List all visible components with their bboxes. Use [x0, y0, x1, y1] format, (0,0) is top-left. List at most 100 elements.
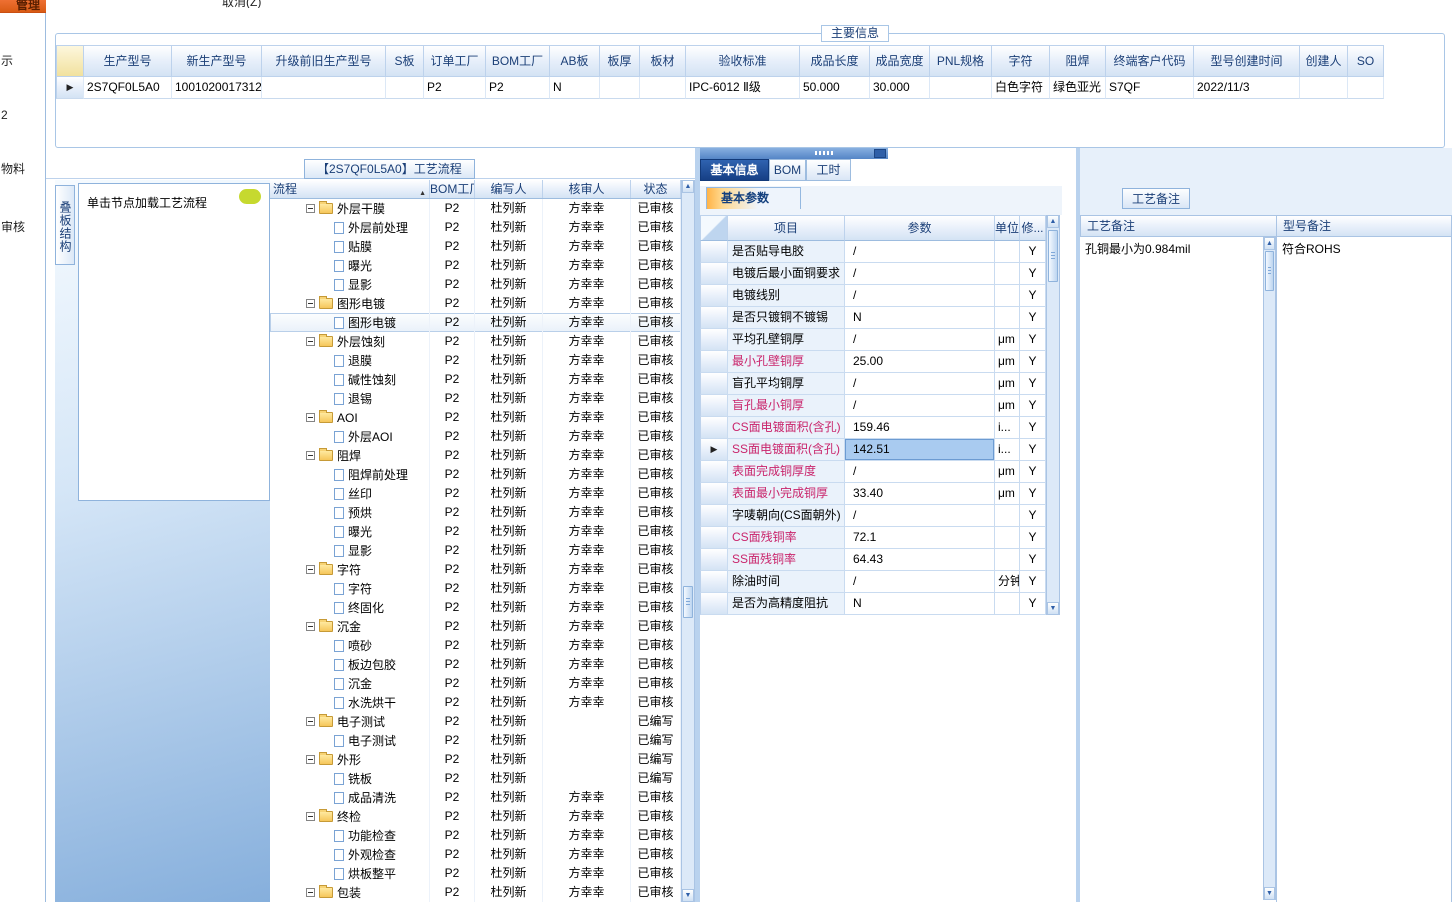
- param-row[interactable]: 是否为高精度阻抗 N Y: [700, 593, 1046, 615]
- param-row[interactable]: 表面最小完成铜厚 33.40 μm Y: [700, 483, 1046, 505]
- toolbar-clipped-button[interactable]: 取消(Z): [222, 0, 292, 8]
- tree-row[interactable]: 曝光 P2 杜列新 方幸幸 已审核: [270, 522, 681, 541]
- tree-row[interactable]: AOI P2 杜列新 方幸幸 已审核: [270, 408, 681, 427]
- param-value-cell[interactable]: /: [845, 505, 995, 527]
- param-value-cell[interactable]: 64.43: [845, 549, 995, 571]
- param-row[interactable]: 除油时间 / 分钟 Y: [700, 571, 1046, 593]
- tree-row[interactable]: 烘板整平 P2 杜列新 方幸幸 已审核: [270, 864, 681, 883]
- column-header[interactable]: 阻焊: [1050, 45, 1106, 77]
- process-notes-textarea[interactable]: 孔铜最小为0.984mil ▲ ▼: [1080, 237, 1277, 902]
- param-row[interactable]: 盲孔平均铜厚 / μm Y: [700, 373, 1046, 395]
- column-header[interactable]: 型号创建时间: [1194, 45, 1300, 77]
- tree-row[interactable]: 终检 P2 杜列新 方幸幸 已审核: [270, 807, 681, 826]
- expand-collapse-icon[interactable]: [306, 565, 315, 574]
- param-row[interactable]: 是否只镀铜不镀锡 N Y: [700, 307, 1046, 329]
- column-header[interactable]: 验收标准: [686, 45, 800, 77]
- tree-row[interactable]: 碱性蚀刻 P2 杜列新 方幸幸 已审核: [270, 370, 681, 389]
- tree-column-header[interactable]: 核审人: [543, 180, 631, 198]
- param-row[interactable]: ▶ SS面电镀面积(含孔) 142.51 i... Y: [700, 439, 1046, 461]
- expand-collapse-icon[interactable]: [306, 204, 315, 213]
- vertical-scrollbar[interactable]: ▲ ▼: [1046, 215, 1060, 615]
- column-header[interactable]: AB板: [550, 45, 600, 77]
- sidebar-item[interactable]: 2: [0, 108, 45, 123]
- vertical-scrollbar[interactable]: ▲ ▼: [681, 180, 695, 902]
- param-value-cell[interactable]: 159.46: [845, 417, 995, 439]
- tree-column-header[interactable]: 流程 ▲: [270, 180, 430, 198]
- tree-row[interactable]: 板边包胶 P2 杜列新 方幸幸 已审核: [270, 655, 681, 674]
- param-value-cell[interactable]: /: [845, 263, 995, 285]
- model-notes-textarea[interactable]: 符合ROHS: [1277, 237, 1452, 902]
- column-header[interactable]: SO: [1348, 45, 1384, 77]
- column-header[interactable]: 成品长度: [800, 45, 870, 77]
- tree-row[interactable]: 功能检查 P2 杜列新 方幸幸 已审核: [270, 826, 681, 845]
- scroll-up-button[interactable]: ▲: [1264, 237, 1275, 250]
- column-header[interactable]: 升级前旧生产型号: [262, 45, 386, 77]
- scroll-up-button[interactable]: ▲: [682, 180, 694, 193]
- tree-row[interactable]: 字符 P2 杜列新 方幸幸 已审核: [270, 560, 681, 579]
- param-row[interactable]: 最小孔壁铜厚 25.00 μm Y: [700, 351, 1046, 373]
- expand-collapse-icon[interactable]: [306, 717, 315, 726]
- param-value-cell[interactable]: N: [845, 307, 995, 329]
- column-header[interactable]: 创建人: [1300, 45, 1348, 77]
- tree-row[interactable]: 外层前处理 P2 杜列新 方幸幸 已审核: [270, 218, 681, 237]
- subtab-basic-params[interactable]: 基本参数: [706, 187, 801, 209]
- tree-row[interactable]: 阻焊前处理 P2 杜列新 方幸幸 已审核: [270, 465, 681, 484]
- tree-column-header[interactable]: 状态: [631, 180, 681, 198]
- expand-collapse-icon[interactable]: [306, 755, 315, 764]
- param-row[interactable]: 电镀线别 / Y: [700, 285, 1046, 307]
- tab-basic-info[interactable]: 基本信息: [700, 159, 769, 181]
- expand-collapse-icon[interactable]: [306, 622, 315, 631]
- column-header[interactable]: 板厚: [600, 45, 640, 77]
- scroll-down-button[interactable]: ▼: [1047, 602, 1059, 615]
- column-header[interactable]: PNL规格: [930, 45, 992, 77]
- scroll-thumb[interactable]: [1265, 251, 1274, 291]
- tree-row[interactable]: 阻焊 P2 杜列新 方幸幸 已审核: [270, 446, 681, 465]
- tree-row[interactable]: 水洗烘干 P2 杜列新 方幸幸 已审核: [270, 693, 681, 712]
- scroll-thumb[interactable]: [683, 586, 693, 618]
- tree-column-header[interactable]: BOM工厂: [430, 180, 475, 198]
- panel-caption-bar[interactable]: [700, 148, 888, 159]
- param-value-cell[interactable]: 142.51: [845, 439, 995, 461]
- tree-row[interactable]: 图形电镀 P2 杜列新 方幸幸 已审核: [270, 294, 681, 313]
- vertical-scrollbar[interactable]: ▲ ▼: [1263, 237, 1276, 900]
- tree-row[interactable]: 图形电镀 P2 杜列新 方幸幸 已审核: [270, 313, 681, 332]
- tree-row[interactable]: 字符 P2 杜列新 方幸幸 已审核: [270, 579, 681, 598]
- param-value-cell[interactable]: /: [845, 285, 995, 307]
- expand-collapse-icon[interactable]: [306, 337, 315, 346]
- column-header[interactable]: 订单工厂: [424, 45, 486, 77]
- param-value-cell[interactable]: /: [845, 571, 995, 593]
- tree-row[interactable]: 包装 P2 杜列新 方幸幸 已审核: [270, 883, 681, 902]
- tree-row[interactable]: 成品清洗 P2 杜列新 方幸幸 已审核: [270, 788, 681, 807]
- tab-process-notes[interactable]: 工艺备注: [1122, 188, 1191, 209]
- param-row[interactable]: SS面残铜率 64.43 Y: [700, 549, 1046, 571]
- scroll-up-button[interactable]: ▲: [1047, 215, 1059, 228]
- tree-row[interactable]: 曝光 P2 杜列新 方幸幸 已审核: [270, 256, 681, 275]
- params-column-header[interactable]: 参数: [845, 215, 995, 241]
- param-row[interactable]: 平均孔壁铜厚 / μm Y: [700, 329, 1046, 351]
- expand-collapse-icon[interactable]: [306, 812, 315, 821]
- tree-column-header[interactable]: 编写人: [475, 180, 543, 198]
- column-header[interactable]: BOM工厂: [486, 45, 550, 77]
- tree-row[interactable]: 贴膜 P2 杜列新 方幸幸 已审核: [270, 237, 681, 256]
- param-row[interactable]: CS面残铜率 72.1 Y: [700, 527, 1046, 549]
- scroll-thumb[interactable]: [1048, 230, 1058, 282]
- tree-row[interactable]: 电子测试 P2 杜列新 已编写: [270, 731, 681, 750]
- stackup-structure-vertical-tab[interactable]: 叠板结构: [55, 185, 75, 265]
- tree-row[interactable]: 电子测试 P2 杜列新 已编写: [270, 712, 681, 731]
- tree-row[interactable]: 沉金 P2 杜列新 方幸幸 已审核: [270, 617, 681, 636]
- tree-row[interactable]: 沉金 P2 杜列新 方幸幸 已审核: [270, 674, 681, 693]
- sidebar-item[interactable]: 物料: [0, 160, 45, 175]
- sidebar-item[interactable]: 示: [0, 52, 45, 67]
- sidebar-item[interactable]: 审核: [0, 218, 45, 233]
- tree-row[interactable]: 终固化 P2 杜列新 方幸幸 已审核: [270, 598, 681, 617]
- expand-collapse-icon[interactable]: [306, 299, 315, 308]
- tree-row[interactable]: 外层AOI P2 杜列新 方幸幸 已审核: [270, 427, 681, 446]
- param-row[interactable]: 是否贴导电胶 / Y: [700, 241, 1046, 263]
- param-value-cell[interactable]: /: [845, 329, 995, 351]
- tree-row[interactable]: 铣板 P2 杜列新 已编写: [270, 769, 681, 788]
- tree-row[interactable]: 显影 P2 杜列新 方幸幸 已审核: [270, 275, 681, 294]
- sidebar-orange-tab[interactable]: 管理: [0, 0, 46, 13]
- param-value-cell[interactable]: 25.00: [845, 351, 995, 373]
- expand-collapse-icon[interactable]: [306, 413, 315, 422]
- param-row[interactable]: CS面电镀面积(含孔) 159.46 i... Y: [700, 417, 1046, 439]
